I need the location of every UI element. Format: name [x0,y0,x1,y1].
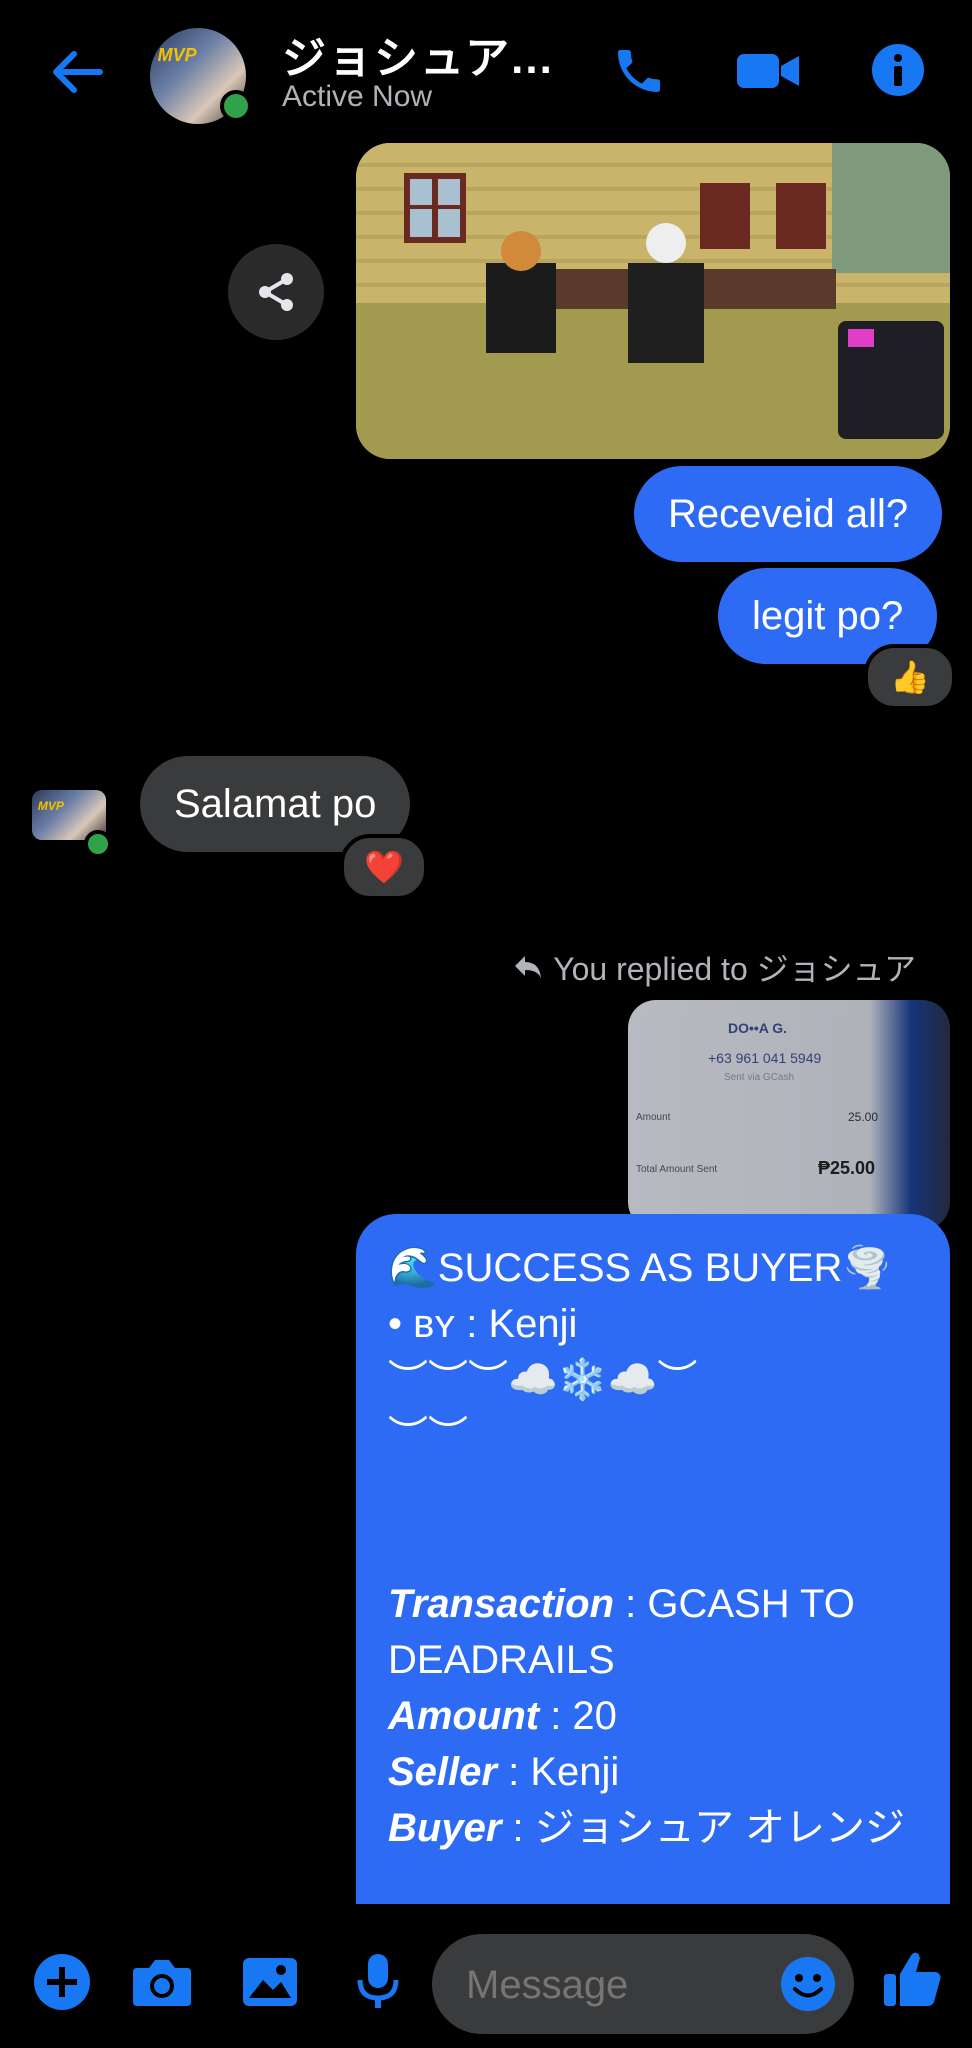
receipt-total: ₱25.00 [818,1158,876,1178]
info-button[interactable] [860,32,936,108]
phone-icon [618,50,660,92]
voice-message-button[interactable] [340,1944,416,2020]
share-button[interactable] [228,244,324,340]
receipt-sent-via: Sent via GCash [724,1072,795,1083]
buyer-label: Buyer [388,1806,502,1850]
back-arrow-icon [53,51,103,93]
replied-text: You replied to ジョシュア [553,951,916,987]
seller-label: Seller [388,1750,497,1794]
message-input[interactable] [464,1934,768,2036]
online-indicator [84,830,112,858]
smiley-icon [781,1957,835,2011]
receipt-total-label: Total Amount Sent [636,1164,718,1175]
back-button[interactable] [40,36,112,108]
camera-icon [133,1960,191,2006]
receipt-amount-label: Amount [636,1112,671,1123]
video-call-button[interactable] [728,36,808,106]
amount-value: : 20 [550,1694,617,1738]
message-reaction[interactable]: ❤️ [340,834,428,900]
amount-line: Amount : 20 [388,1688,920,1744]
camera-button[interactable] [124,1944,200,2020]
game-screenshot-image[interactable] [356,143,950,459]
seller-value: : Kenji [508,1750,620,1794]
plus-icon [34,1954,90,2010]
sent-long-message-bubble[interactable]: 🌊SUCCESS AS BUYER🌪️ • ʙʏ : Kenji ︶︶︶☁️❄️… [356,1214,950,1904]
reply-arrow-icon [515,956,542,978]
thumbs-up-reaction-icon: 👍 [890,659,930,695]
message-line: • ʙʏ : Kenji [388,1302,578,1346]
amount-label: Amount [388,1694,540,1738]
avatar-badge-text: MVP [157,45,197,66]
more-actions-button[interactable] [24,1944,100,2020]
message-line: 🌊SUCCESS AS BUYER🌪️ [388,1246,893,1290]
share-icon [259,273,293,311]
online-indicator [220,90,252,122]
buyer-line: Buyer : ジョシュア オレンジ [388,1800,920,1856]
avatar-badge-text: MVP [37,799,64,813]
message-line: ︶︶︶☁️❄️☁️︶ [388,1358,698,1402]
active-status: Active Now [282,80,433,113]
contact-name[interactable]: ジョシュア... [282,22,554,86]
seller-line: Seller : Kenji [388,1744,920,1800]
sent-message-bubble[interactable]: Receveid all? [634,466,943,562]
message-text: legit po? [752,593,904,638]
message-reaction[interactable]: 👍 [864,644,956,710]
heart-reaction-icon: ❤️ [364,849,404,885]
message-text: Receveid all? [668,491,909,536]
microphone-icon [357,1954,399,2008]
buyer-value: : ジョシュア オレンジ [512,1806,906,1850]
quoted-receipt-image[interactable]: DO••A G. +63 961 041 5949 Sent via GCash… [628,1000,950,1230]
thumbs-up-icon [884,1952,941,2006]
emoji-button[interactable] [778,1954,838,2014]
image-icon [243,1958,297,2006]
transaction-label: Transaction [388,1582,614,1626]
info-icon [872,44,924,96]
transaction-line: Transaction : GCASH TO DEADRAILS [388,1576,920,1688]
call-button[interactable] [604,36,674,106]
message-text: Salamat po [174,781,377,826]
message-line: ︶︶ [388,1414,468,1458]
receipt-name: DO••A G. [728,1020,788,1036]
reply-context-label: You replied to ジョシュア [513,944,916,990]
gallery-button[interactable] [232,1944,308,2020]
receipt-phone: +63 961 041 5949 [708,1050,822,1066]
game-scene [356,143,950,459]
message-composer[interactable] [432,1934,854,2036]
video-camera-icon [737,54,799,88]
like-button[interactable] [870,1936,956,2022]
receipt-amount: 25.00 [848,1110,879,1124]
